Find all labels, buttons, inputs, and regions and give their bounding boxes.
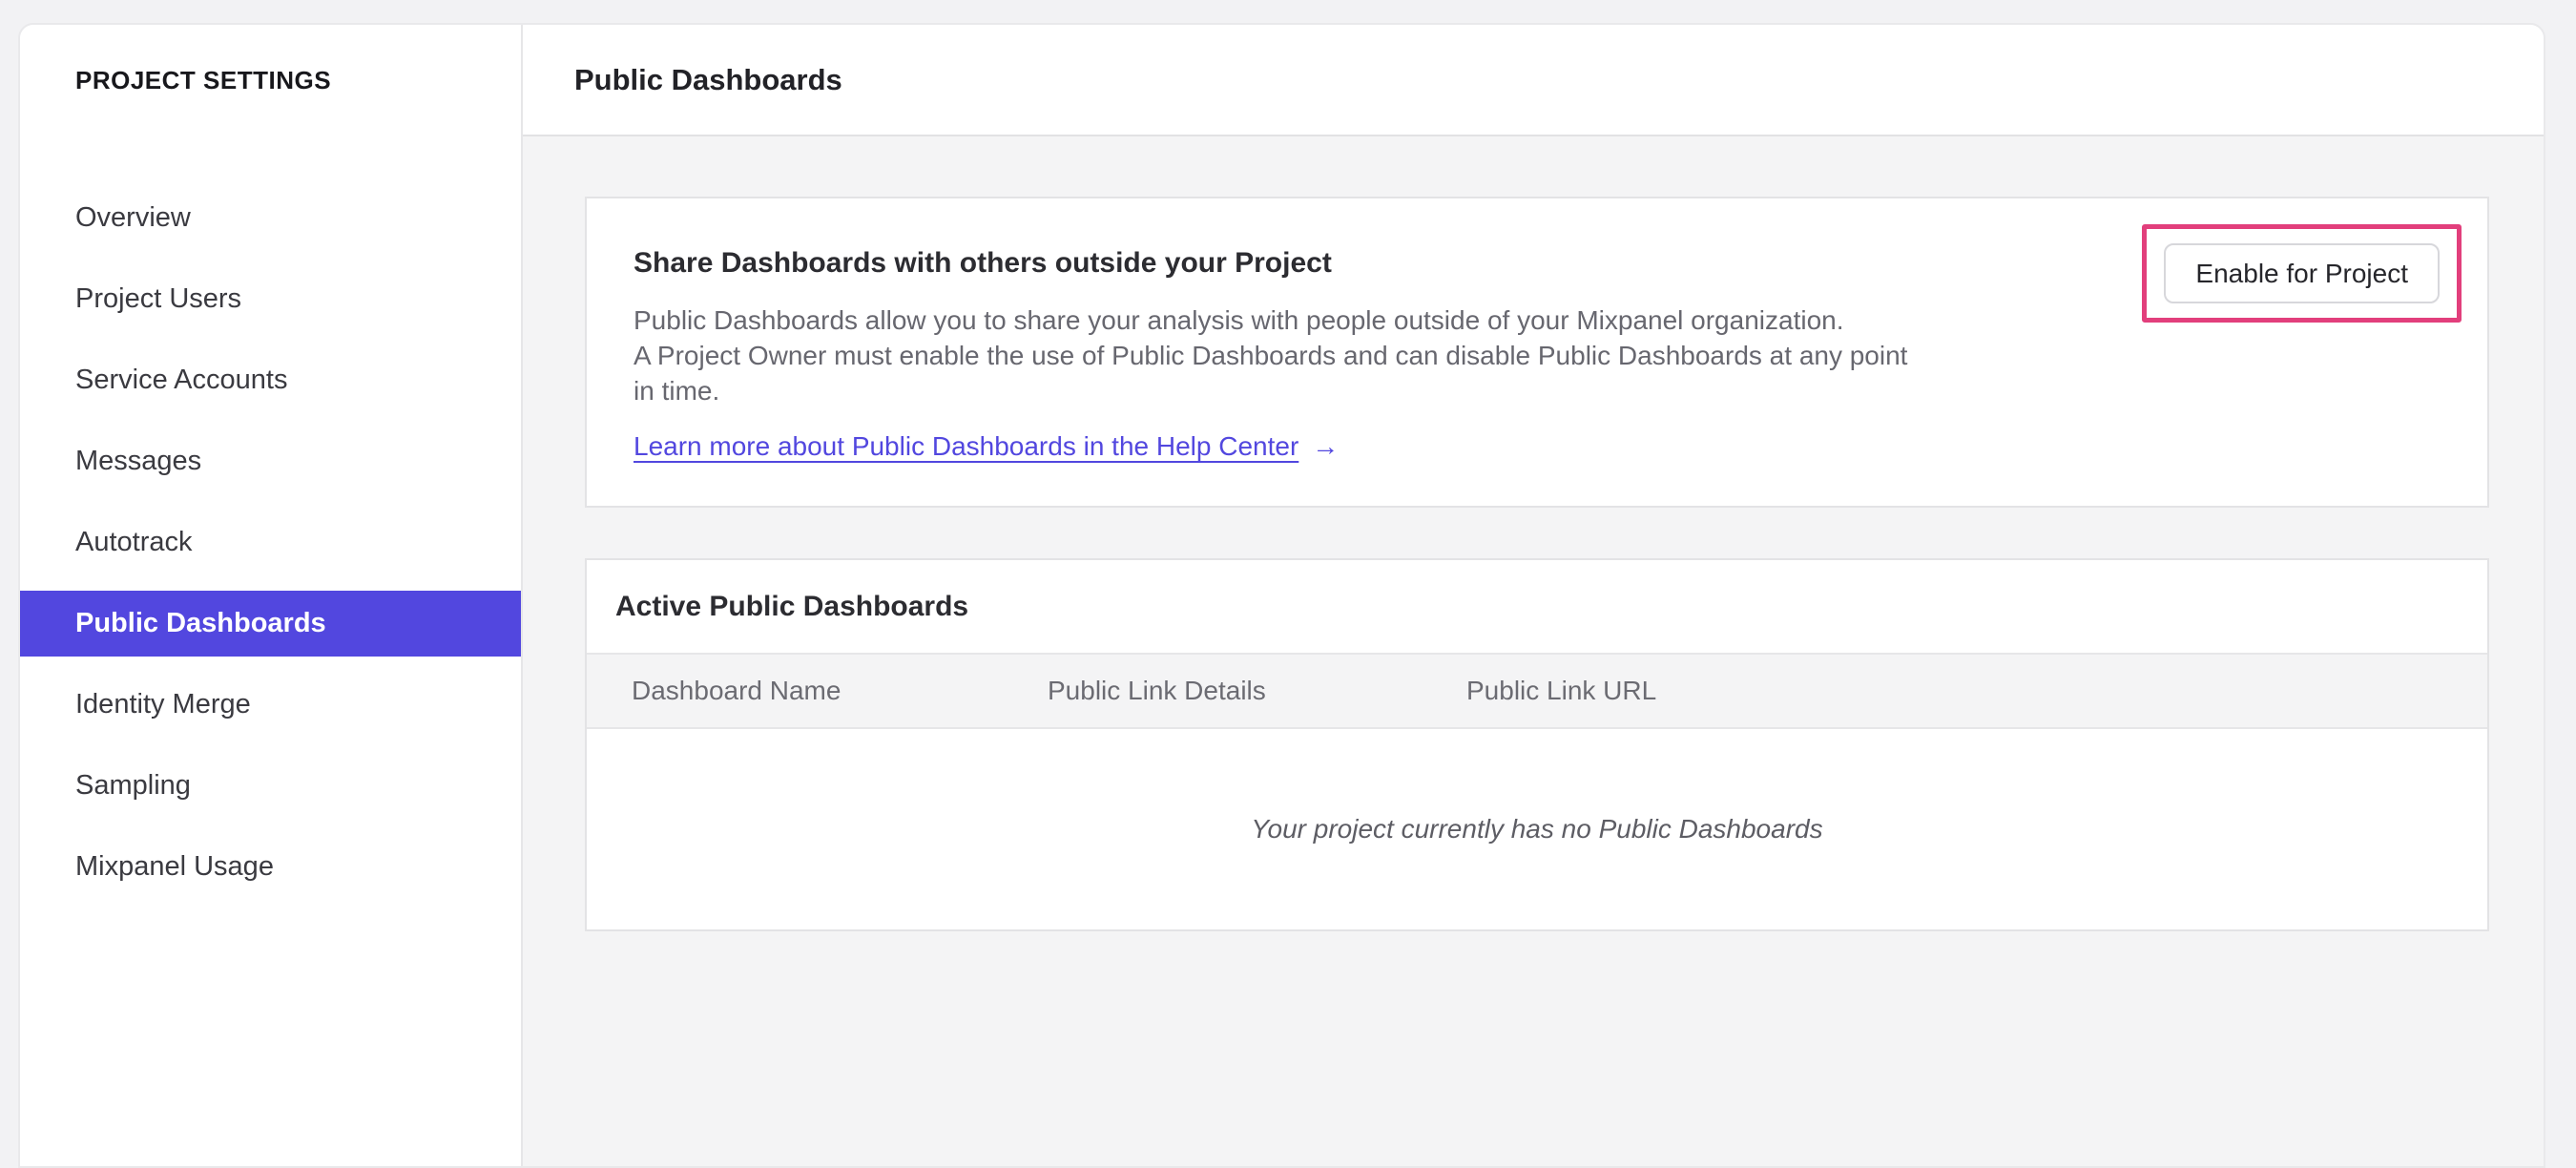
description-line: A Project Owner must enable the use of P… bbox=[634, 341, 1908, 370]
description-line: in time. bbox=[634, 376, 720, 406]
sidebar-item-service-accounts[interactable]: Service Accounts bbox=[20, 347, 521, 413]
arrow-right-icon: → bbox=[1312, 431, 1340, 461]
highlight-annotation: Enable for Project bbox=[2142, 224, 2462, 323]
empty-state-message: Your project currently has no Public Das… bbox=[1251, 814, 1823, 844]
column-header-public-link-details: Public Link Details bbox=[1048, 676, 1266, 705]
dashboards-empty-state: Your project currently has no Public Das… bbox=[587, 729, 2487, 929]
sidebar-item-overview[interactable]: Overview bbox=[20, 185, 521, 251]
share-dashboards-card: Share Dashboards with others outside you… bbox=[585, 197, 2489, 508]
main-body: Share Dashboards with others outside you… bbox=[523, 136, 2544, 1166]
sidebar-item-public-dashboards[interactable]: Public Dashboards bbox=[20, 591, 521, 657]
sidebar-item-project-users[interactable]: Project Users bbox=[20, 266, 521, 332]
active-dashboards-card: Active Public Dashboards Dashboard Name … bbox=[585, 558, 2489, 931]
sidebar-item-sampling[interactable]: Sampling bbox=[20, 753, 521, 819]
sidebar-item-mixpanel-usage[interactable]: Mixpanel Usage bbox=[20, 834, 521, 900]
sidebar-nav: Overview Project Users Service Accounts … bbox=[20, 185, 521, 900]
main-header: Public Dashboards bbox=[523, 25, 2544, 136]
sidebar-item-messages[interactable]: Messages bbox=[20, 428, 521, 494]
project-settings-sidebar: PROJECT SETTINGS Overview Project Users … bbox=[20, 25, 523, 1166]
page-title: Public Dashboards bbox=[574, 62, 842, 96]
enable-for-project-button[interactable]: Enable for Project bbox=[2164, 243, 2440, 303]
column-header-dashboard-name: Dashboard Name bbox=[632, 676, 841, 705]
sidebar-item-autotrack[interactable]: Autotrack bbox=[20, 510, 521, 575]
active-card-header: Active Public Dashboards bbox=[587, 560, 2487, 655]
help-center-link[interactable]: Learn more about Public Dashboards in th… bbox=[634, 428, 1298, 464]
help-link-row: Learn more about Public Dashboards in th… bbox=[634, 428, 2441, 464]
settings-panel: PROJECT SETTINGS Overview Project Users … bbox=[18, 23, 2545, 1168]
sidebar-item-identity-merge[interactable]: Identity Merge bbox=[20, 672, 521, 738]
column-header-public-link-url: Public Link URL bbox=[1466, 676, 1657, 705]
sidebar-title: PROJECT SETTINGS bbox=[75, 66, 332, 94]
active-card-heading: Active Public Dashboards bbox=[615, 590, 969, 622]
dashboards-table-header: Dashboard Name Public Link Details Publi… bbox=[587, 655, 2487, 729]
main-content: Public Dashboards Share Dashboards with … bbox=[523, 25, 2544, 1166]
